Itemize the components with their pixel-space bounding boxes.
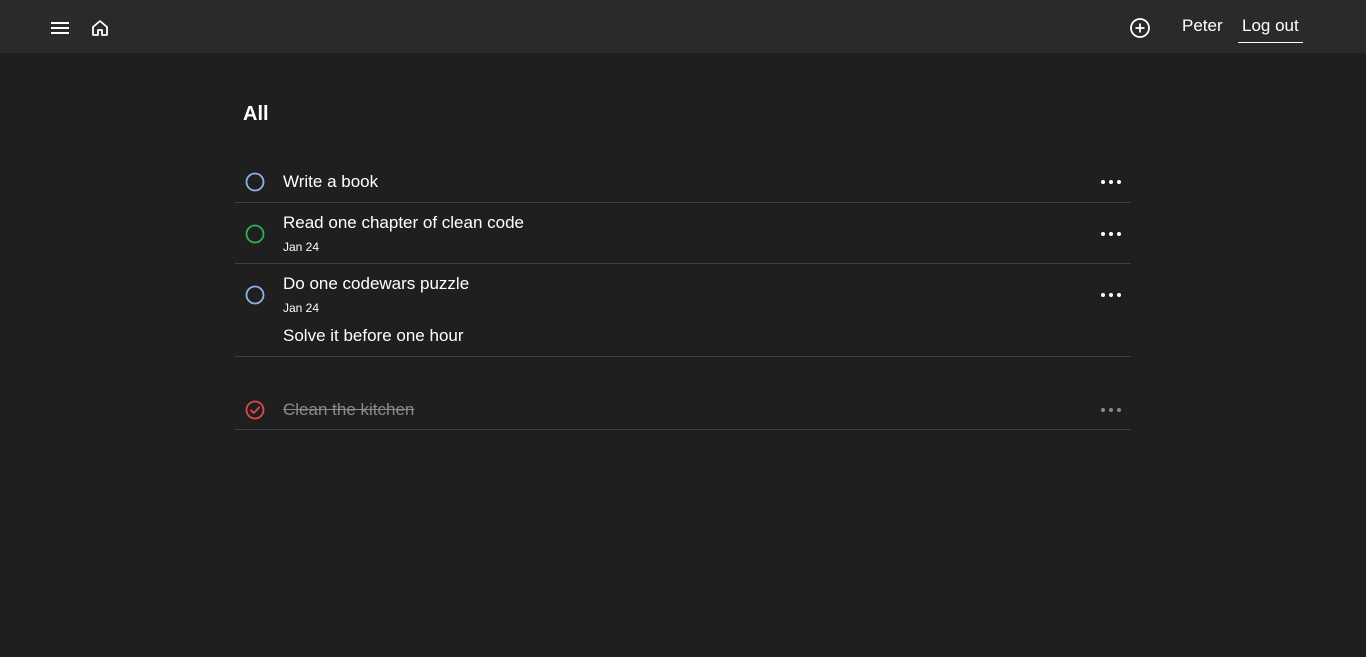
task-checkbox-circle-icon[interactable] (245, 224, 265, 244)
more-options-icon[interactable] (1101, 289, 1121, 301)
task-completed-check-circle-icon[interactable] (245, 400, 265, 420)
task-description: Solve it before one hour (283, 326, 464, 345)
user-name: Peter (1182, 16, 1223, 35)
task-checkbox-circle-icon[interactable] (245, 172, 265, 192)
task-title[interactable]: Clean the kitchen (283, 400, 414, 420)
task-title[interactable]: Write a book (283, 172, 378, 192)
hamburger-menu-icon[interactable] (46, 14, 74, 42)
task-row: Do one codewars puzzle Jan 24 Solve it b… (235, 264, 1131, 357)
more-options-icon[interactable] (1101, 404, 1121, 416)
completed-task-row: Clean the kitchen (235, 391, 1131, 430)
logout-link[interactable]: Log out (1238, 16, 1303, 43)
task-row: Read one chapter of clean code Jan 24 (235, 203, 1131, 264)
home-icon[interactable] (86, 14, 114, 42)
task-due-date: Jan 24 (283, 301, 320, 315)
task-title[interactable]: Do one codewars puzzle (283, 274, 469, 294)
page-title: All (243, 103, 269, 125)
more-options-icon[interactable] (1101, 228, 1121, 240)
task-due-date: Jan 24 (283, 240, 320, 254)
more-options-icon[interactable] (1101, 176, 1121, 188)
task-row: Write a book (235, 163, 1131, 203)
task-checkbox-circle-icon[interactable] (245, 285, 265, 305)
add-task-plus-circle-icon[interactable] (1126, 14, 1154, 42)
task-title[interactable]: Read one chapter of clean code (283, 213, 524, 233)
top-navigation-bar: Peter Log out (0, 0, 1366, 53)
